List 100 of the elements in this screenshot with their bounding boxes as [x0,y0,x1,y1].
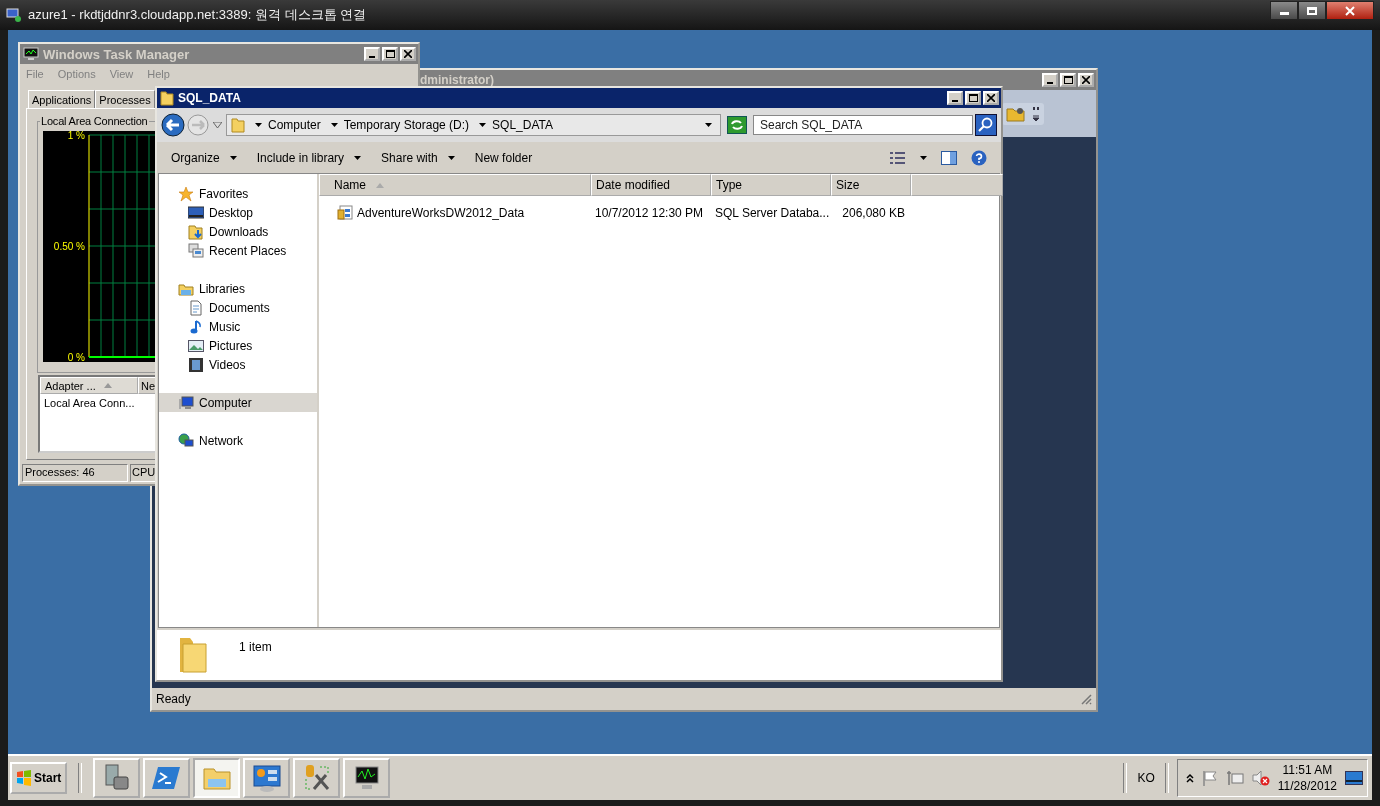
breadcrumb-item[interactable]: Temporary Storage (D:) [343,118,470,132]
close-icon [1082,76,1090,84]
nav-item[interactable]: Recent Places [159,241,317,260]
monitor-icon [23,47,39,61]
desktop-icon [188,204,204,221]
maximize-icon [385,50,395,58]
close-button[interactable] [1326,1,1374,20]
film-icon [188,356,204,373]
axis-label: 0 % [67,352,85,362]
sort-arrow-icon [103,383,112,388]
music-note-icon [188,318,204,335]
close-icon [987,94,995,102]
nav-item[interactable]: Desktop [159,203,317,222]
back-button[interactable] [161,113,185,137]
refresh-button[interactable] [727,116,747,134]
toolbar-button[interactable]: New folder [468,147,539,168]
minimize-icon [369,55,375,58]
nav-item[interactable]: Videos [159,355,317,374]
control-panel-icon [251,763,282,793]
caret-icon[interactable] [920,155,927,160]
document-icon [188,299,204,316]
download-folder-icon [188,223,204,240]
globe-icon [178,432,194,449]
help-icon[interactable] [971,149,987,166]
sort-arrow-icon [376,182,384,188]
caret-icon [447,155,455,160]
caret-icon [354,155,362,160]
table-cell: 206,080 KB [842,206,905,220]
address-bar[interactable]: Computer Temporary Storage (D:) SQL_DATA [226,114,721,136]
item-count: 1 item [239,640,272,654]
search-button[interactable] [975,114,997,136]
nav-item[interactable]: Music [159,317,317,336]
list-item[interactable]: Local Area Conn... [44,397,135,409]
picture-icon [188,337,204,354]
column-header[interactable]: Ne [138,377,156,394]
nav-item[interactable]: Network [159,431,317,450]
caret-icon [229,155,237,160]
nav-item[interactable]: Downloads [159,222,317,241]
column-header[interactable]: Type [711,174,831,196]
axis-label: 0.50 % [53,241,85,252]
taskbar-button[interactable] [343,758,391,798]
nav-item[interactable]: Computer [159,393,317,412]
resize-grip-icon[interactable] [1080,693,1092,705]
axis-label: 1 % [67,131,85,141]
clock[interactable]: 11:51 AM 11/28/2012 [1277,762,1337,794]
column-header[interactable]: Date modified [591,174,711,196]
window-title: azure1 - rkdtjddnr3.cloudapp.net:3389: 원격 데스크톱 연결 [28,6,367,24]
speaker-muted-icon[interactable] [1251,770,1270,786]
caret-icon[interactable] [330,123,338,127]
column-header[interactable]: Size [831,174,911,196]
computer-icon [178,394,194,411]
breadcrumb-item[interactable]: SQL_DATA [492,118,553,132]
minimize-icon [1279,12,1289,15]
start-button[interactable]: Start [10,762,68,794]
breadcrumb-item[interactable]: Computer [268,118,321,132]
nav-item[interactable]: Pictures [159,336,317,355]
graph-line [88,356,156,358]
minimize-button[interactable] [1270,1,1298,20]
maximize-icon [1063,76,1073,84]
toolbar-button[interactable]: Organize [165,147,243,168]
toolbar-button[interactable]: Include in library [250,147,368,168]
table-cell: 10/7/2012 12:30 PM [595,206,704,220]
folder-icon [160,90,174,106]
tab[interactable]: Applications [28,90,96,108]
group-label: Local Area Connection [40,115,149,127]
start-logo-icon [16,770,32,786]
nav-item[interactable]: Documents [159,298,317,317]
chevron-up-icon[interactable] [1185,773,1194,783]
caret-icon[interactable] [255,123,262,127]
file-name[interactable]: AdventureWorksDW2012_Data [357,206,525,220]
show-desktop-icon[interactable] [1345,771,1363,785]
nav-item[interactable]: Favorites [159,184,317,203]
network-icon[interactable] [1225,770,1244,786]
toolbar-button[interactable]: Share with [375,147,461,168]
minimize-icon [952,99,958,102]
grip-icon[interactable] [1032,104,1040,123]
window-title: Windows Task Manager [43,46,190,62]
column-header[interactable]: Adapter ... [40,377,138,394]
computer-icon [6,7,22,23]
tab[interactable]: Processes [95,90,155,108]
close-icon [404,50,412,58]
window-title: SQL_DATA [178,91,241,105]
caret-icon[interactable] [479,123,487,127]
maximize-button[interactable] [1298,1,1326,20]
search-field[interactable]: Search SQL_DATA [753,115,973,135]
flag-icon[interactable] [1201,770,1218,786]
column-header[interactable]: Name [319,174,591,196]
maximize-icon [1307,6,1317,15]
dropdown-arrow-icon[interactable] [213,122,222,128]
caret-icon[interactable] [705,123,712,127]
window-title: dministrator) [420,73,494,87]
folder-icon [231,117,245,133]
nav-item[interactable]: Libraries [159,279,317,298]
view-list-icon[interactable] [890,151,906,164]
windows-icon [188,242,204,259]
language-indicator[interactable]: KO [1135,771,1157,785]
star-icon [178,185,194,202]
taskbar-button[interactable] [243,758,291,798]
taskbar-button[interactable] [293,758,341,798]
preview-pane-icon[interactable] [941,150,957,165]
